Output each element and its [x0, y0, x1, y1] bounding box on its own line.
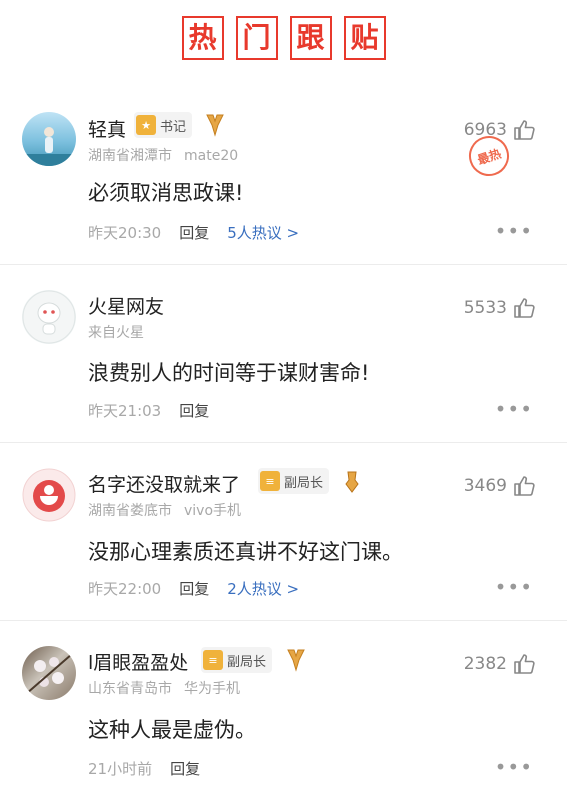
- comment-footer: 昨天22:00 回复 2人热议 >: [88, 578, 299, 599]
- rank-badge: ★ 书记: [134, 112, 193, 138]
- medal-icon: [287, 649, 305, 672]
- divider: [0, 620, 567, 621]
- comment-text: 必须取消思政课!: [88, 181, 244, 205]
- timestamp: 昨天20:30: [88, 224, 162, 242]
- username[interactable]: l眉眼盈盈处: [88, 648, 188, 675]
- title-char: 热: [181, 16, 224, 60]
- reply-button[interactable]: 回复: [170, 758, 200, 779]
- title-char: 跟: [289, 16, 332, 60]
- like-button[interactable]: 3469: [464, 474, 537, 498]
- more-icon[interactable]: •••: [495, 219, 533, 243]
- comment-footer: 昨天21:03 回复: [88, 400, 227, 421]
- title-char: 贴: [343, 16, 386, 60]
- avatar-image: [22, 468, 76, 522]
- device: vivo手机: [184, 503, 242, 519]
- user-meta: 来自火星: [88, 322, 156, 342]
- avatar-image: [22, 127, 76, 166]
- timestamp: 昨天22:00: [88, 580, 162, 598]
- avatar[interactable]: [22, 112, 76, 166]
- reply-button[interactable]: 回复: [179, 222, 209, 243]
- title-char: 门: [235, 16, 278, 60]
- avatar[interactable]: [22, 646, 76, 700]
- more-icon[interactable]: •••: [495, 397, 533, 421]
- location: 来自火星: [88, 325, 144, 341]
- comment-text: 没那心理素质还真讲不好这门课。: [88, 540, 403, 564]
- thumbs-up-icon: [514, 298, 535, 318]
- username[interactable]: 火星网友: [88, 292, 164, 319]
- hot-discussion-link[interactable]: 2人热议 >: [227, 578, 299, 599]
- medal-icon: [345, 471, 359, 493]
- comment-text: 这种人最是虚伪。: [88, 718, 256, 742]
- location: 湖南省娄底市: [88, 503, 172, 519]
- timestamp: 昨天21:03: [88, 402, 162, 420]
- badge-icon: ≡: [260, 471, 280, 491]
- thumbs-up-icon: [514, 120, 535, 140]
- like-count: 2382: [463, 654, 507, 674]
- username[interactable]: 轻真: [88, 115, 126, 142]
- timestamp: 21小时前: [88, 760, 153, 778]
- badge-label: 副局长: [284, 475, 324, 491]
- thumbs-up-icon: [514, 476, 535, 496]
- user-meta: 湖南省娄底市 vivo手机: [88, 500, 253, 520]
- like-button[interactable]: 2382: [464, 652, 537, 676]
- badge-label: 书记: [160, 119, 187, 135]
- page-title: 热 门 跟 贴: [0, 16, 567, 60]
- device: mate20: [184, 148, 239, 164]
- comment-footer: 21小时前 回复: [88, 758, 218, 779]
- rank-badge: ≡ 副局长: [201, 647, 273, 673]
- like-count: 3469: [463, 476, 507, 496]
- comment-text: 浪费别人的时间等于谋财害命!: [88, 361, 370, 385]
- medal-icon: [206, 114, 224, 137]
- device: 华为手机: [184, 681, 240, 697]
- location: 山东省青岛市: [88, 681, 172, 697]
- avatar-image: [25, 653, 73, 695]
- user-meta: 山东省青岛市 华为手机: [88, 678, 252, 698]
- hot-discussion-link[interactable]: 5人热议 >: [227, 222, 299, 243]
- divider: [0, 264, 567, 265]
- username[interactable]: 名字还没取就来了: [88, 470, 240, 497]
- like-button[interactable]: 5533: [464, 296, 537, 320]
- avatar[interactable]: [22, 290, 76, 344]
- thumbs-up-icon: [514, 654, 535, 674]
- badge-icon: ★: [136, 115, 156, 135]
- avatar[interactable]: [22, 468, 76, 522]
- reply-button[interactable]: 回复: [179, 578, 209, 599]
- badge-icon: ≡: [203, 650, 223, 670]
- more-icon[interactable]: •••: [495, 755, 533, 779]
- comment-footer: 昨天20:30 回复 5人热议 >: [88, 222, 299, 243]
- location: 湖南省湘潭市: [88, 148, 172, 164]
- rank-badge: ≡ 副局长: [258, 468, 330, 494]
- user-meta: 湖南省湘潭市 mate20: [88, 145, 250, 165]
- like-count: 5533: [463, 298, 507, 318]
- reply-button[interactable]: 回复: [179, 400, 209, 421]
- avatar-image: [22, 290, 76, 344]
- divider: [0, 442, 567, 443]
- badge-label: 副局长: [227, 654, 267, 670]
- more-icon[interactable]: •••: [495, 575, 533, 599]
